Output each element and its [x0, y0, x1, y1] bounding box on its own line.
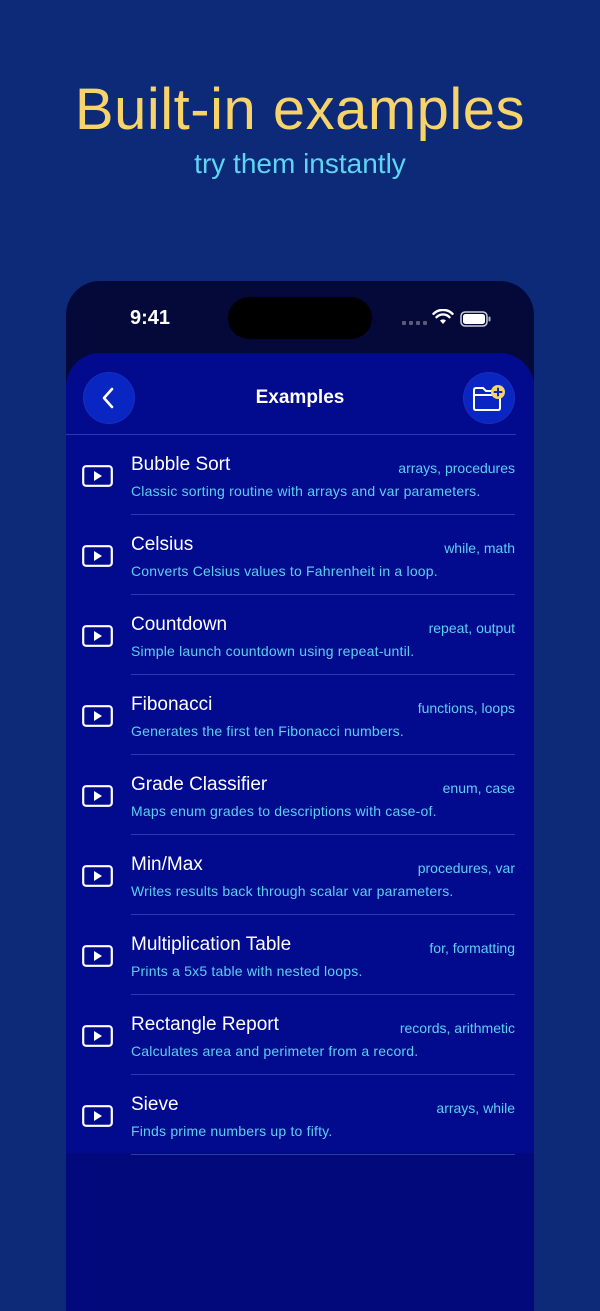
- example-title: Celsius: [131, 534, 194, 555]
- example-tags: while, math: [444, 540, 515, 556]
- cellular-icon: [402, 321, 427, 325]
- phone-frame: 9:41 Examples Bubble Sort arrays, proced…: [66, 281, 534, 1311]
- promo-subtitle: try them instantly: [194, 148, 406, 179]
- example-title: Countdown: [131, 614, 228, 635]
- example-description: Prints a 5x5 table with nested loops.: [131, 963, 363, 979]
- dynamic-island: [228, 297, 372, 339]
- example-tags: procedures, var: [417, 860, 515, 876]
- play-icon: [82, 945, 113, 967]
- app-screen: Examples Bubble Sort arrays, procedures …: [66, 353, 534, 1311]
- list-item[interactable]: Grade Classifier enum, case Maps enum gr…: [66, 755, 534, 835]
- list-item[interactable]: Multiplication Table for, formatting Pri…: [66, 915, 534, 995]
- example-title: Sieve: [131, 1094, 179, 1115]
- example-tags: records, arithmetic: [399, 1020, 515, 1036]
- example-title: Fibonacci: [131, 694, 213, 715]
- play-icon: [82, 865, 113, 887]
- play-icon: [82, 1025, 113, 1047]
- example-tags: for, formatting: [429, 940, 515, 956]
- row-divider: [131, 1154, 515, 1155]
- list-item[interactable]: Countdown repeat, output Simple launch c…: [66, 595, 534, 675]
- play-icon: [82, 785, 113, 807]
- example-description: Calculates area and perimeter from a rec…: [131, 1043, 419, 1059]
- example-title: Bubble Sort: [131, 454, 231, 475]
- example-tags: arrays, procedures: [398, 460, 515, 476]
- list-item[interactable]: Fibonacci functions, loops Generates the…: [66, 675, 534, 755]
- example-title: Multiplication Table: [131, 934, 292, 955]
- empty-area: [66, 1153, 534, 1311]
- example-description: Classic sorting routine with arrays and …: [131, 483, 481, 499]
- play-icon: [82, 705, 113, 727]
- folder-add-icon: [473, 385, 505, 411]
- example-description: Simple launch countdown using repeat-unt…: [131, 643, 415, 659]
- add-folder-button[interactable]: [464, 373, 514, 423]
- example-description: Generates the first ten Fibonacci number…: [131, 723, 404, 739]
- list-item[interactable]: Sieve arrays, while Finds prime numbers …: [66, 1075, 534, 1155]
- status-time: 9:41: [130, 307, 171, 329]
- example-title: Min/Max: [131, 854, 203, 875]
- example-title: Rectangle Report: [131, 1014, 279, 1035]
- example-description: Converts Celsius values to Fahrenheit in…: [131, 563, 438, 579]
- wifi-icon: [432, 309, 454, 324]
- list-item[interactable]: Rectangle Report records, arithmetic Cal…: [66, 995, 534, 1075]
- example-title: Grade Classifier: [131, 774, 268, 795]
- example-tags: enum, case: [442, 780, 515, 796]
- example-description: Finds prime numbers up to fifty.: [131, 1123, 333, 1139]
- example-tags: arrays, while: [436, 1100, 515, 1116]
- promo-title: Built-in examples: [74, 77, 526, 142]
- example-description: Writes results back through scalar var p…: [131, 883, 454, 899]
- play-icon: [82, 545, 113, 567]
- list-item[interactable]: Bubble Sort arrays, procedures Classic s…: [66, 435, 534, 515]
- example-description: Maps enum grades to descriptions with ca…: [131, 803, 437, 819]
- play-icon: [82, 465, 113, 487]
- play-icon: [82, 1105, 113, 1127]
- example-tags: functions, loops: [417, 700, 515, 716]
- play-icon: [82, 625, 113, 647]
- list-item[interactable]: Celsius while, math Converts Celsius val…: [66, 515, 534, 595]
- battery-icon: [460, 311, 491, 327]
- list-item[interactable]: Min/Max procedures, var Writes results b…: [66, 835, 534, 915]
- example-tags: repeat, output: [428, 620, 515, 636]
- examples-list: Bubble Sort arrays, procedures Classic s…: [66, 435, 534, 1155]
